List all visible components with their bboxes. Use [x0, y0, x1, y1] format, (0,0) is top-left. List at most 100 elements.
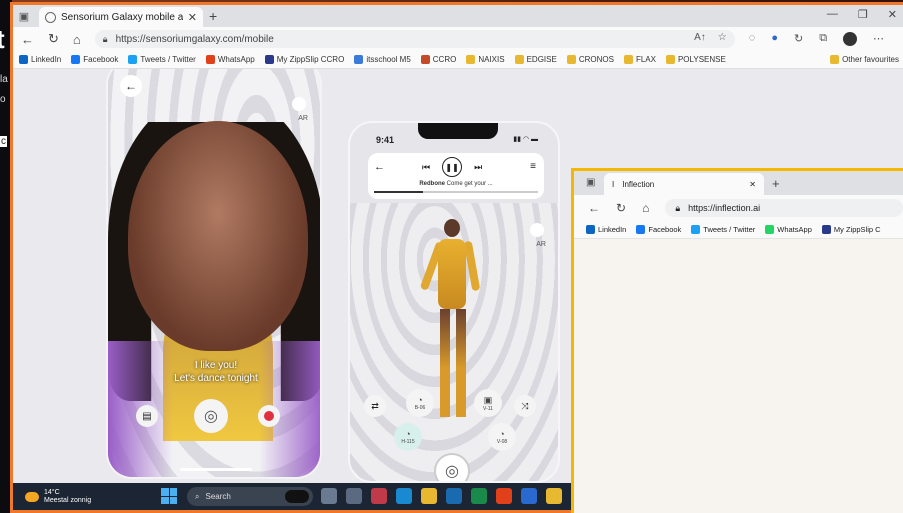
repeat-icon[interactable]: ⇄ — [364, 395, 386, 417]
lock-icon[interactable]: 🔒︎ — [675, 203, 680, 214]
bookmark-item[interactable]: LinkedIn — [586, 225, 626, 234]
taskbar-app-icon[interactable] — [421, 488, 437, 504]
bookmark-item[interactable]: My ZippSlip C — [821, 225, 881, 234]
bookmark-item[interactable]: POLYSENSE — [665, 55, 726, 64]
close-tab-icon[interactable]: ✕ — [188, 11, 197, 24]
taskbar-app-icon[interactable] — [321, 488, 337, 504]
sensorium-logo-button[interactable]: ◎ — [194, 399, 228, 433]
avatar-option-selected[interactable]: ◔ H-115 — [394, 423, 422, 451]
new-tab-button[interactable]: + — [772, 176, 780, 191]
queue-icon[interactable]: ≡ — [530, 161, 536, 172]
avatar-option-icon: ◔ — [417, 395, 423, 405]
back-arrow-icon[interactable]: ← — [120, 75, 142, 97]
taskbar-search[interactable]: ⌕ Search — [187, 487, 313, 506]
bookmark-label: LinkedIn — [598, 225, 627, 234]
ar-toggle[interactable] — [292, 97, 306, 111]
url-field[interactable]: 🔒︎ https://inflection.ai — [665, 199, 903, 217]
lock-icon[interactable]: 🔒︎ — [103, 34, 108, 45]
minimize-icon[interactable]: — — [827, 8, 838, 21]
taskbar-app-icon[interactable] — [546, 488, 562, 504]
bookmark-item[interactable]: EDGISE — [514, 55, 557, 64]
ar-toggle[interactable] — [530, 223, 544, 237]
bookmark-icon — [765, 225, 775, 234]
home-icon[interactable]: ⌂ — [73, 32, 81, 47]
back-icon[interactable]: ← — [21, 32, 34, 47]
profile-avatar[interactable] — [843, 32, 858, 46]
tab-actions-icon[interactable]: ▣ — [13, 5, 35, 27]
favorite-star-icon[interactable]: ☆ — [718, 32, 727, 43]
bookmark-item[interactable]: FLAX — [623, 55, 656, 64]
taskbar-app-icon[interactable] — [496, 488, 512, 504]
next-track-icon[interactable]: ⏭ — [474, 162, 482, 173]
bookmark-label: CRONOS — [578, 55, 614, 64]
tab-inflection[interactable]: I Inflection ✕ — [604, 173, 764, 195]
avatar-option-icon: ▣ — [483, 394, 493, 405]
refresh-sync-icon[interactable]: ↻ — [794, 32, 803, 46]
taskbar-app-icon[interactable] — [471, 488, 487, 504]
bookmark-label: My ZippSlip C — [833, 225, 881, 234]
collections-icon[interactable]: ⧉ — [819, 32, 827, 46]
phone-avatar-closeup: ← AR I like you! Let's dance tonight ▤ ◎ — [106, 69, 322, 479]
bookmark-item[interactable]: CCRO — [420, 55, 456, 64]
avatar-code: H-115 — [401, 439, 415, 445]
song-progress-bar[interactable] — [374, 191, 538, 193]
taskbar-app-icon[interactable] — [521, 488, 537, 504]
pause-button[interactable]: ❚❚ — [442, 157, 463, 177]
bookmark-item[interactable]: WhatsApp — [765, 225, 812, 234]
more-icon[interactable]: ⋯ — [873, 32, 884, 46]
read-aloud-icon[interactable]: A↑ — [694, 32, 706, 43]
bookmark-item[interactable]: WhatsApp — [205, 55, 255, 64]
taskbar-app-icon[interactable] — [446, 488, 462, 504]
refresh-icon[interactable]: ↻ — [616, 201, 626, 215]
restore-icon[interactable]: ❐ — [858, 8, 868, 21]
bookmark-item[interactable]: NAIXIS — [466, 55, 505, 64]
background-heading-fragment: t — [0, 24, 5, 54]
back-arrow-icon[interactable]: ← — [374, 161, 385, 173]
close-window-icon[interactable]: ✕ — [888, 8, 897, 21]
chat-line-2: Let's dance tonight — [174, 373, 258, 384]
chat-icon[interactable]: ▤ — [136, 405, 158, 427]
weather-temp: 14°C — [44, 488, 60, 496]
bookmark-item[interactable]: LinkedIn — [19, 55, 61, 64]
avatar-option[interactable]: ◔ B-06 — [406, 389, 434, 417]
microphone-icon[interactable]: ● — [771, 32, 778, 46]
taskbar-app-icon[interactable] — [371, 488, 387, 504]
home-icon[interactable]: ⌂ — [642, 201, 649, 215]
shuffle-icon[interactable]: ⤨ — [514, 395, 536, 417]
tab-sensorium[interactable]: Sensorium Galaxy mobile avatar ✕ — [39, 7, 203, 27]
bookmark-item[interactable]: My ZippSlip CCRO — [264, 55, 344, 64]
previous-track-icon[interactable]: ⏮ — [422, 162, 430, 173]
close-tab-icon[interactable]: ✕ — [749, 180, 756, 189]
new-tab-button[interactable]: + — [209, 8, 217, 24]
taskbar-app-icon[interactable] — [346, 488, 362, 504]
bookmark-item[interactable]: itsschool M5 — [354, 55, 411, 64]
windows-start-icon[interactable] — [161, 488, 177, 504]
sensorium-logo-button[interactable]: ◎ — [434, 453, 470, 481]
bookmark-item[interactable]: Facebook — [71, 55, 118, 64]
other-favourites-label: Other favourites — [842, 55, 899, 64]
extension-icon[interactable]: ◌ — [749, 32, 756, 46]
bookmark-label: FLAX — [635, 55, 656, 64]
bookmark-item[interactable]: Tweets / Twitter — [128, 55, 196, 64]
bookmark-item[interactable]: Facebook — [636, 225, 681, 234]
other-favourites[interactable]: Other favourites — [830, 55, 899, 64]
avatar-option[interactable]: ◔ V-08 — [488, 423, 516, 451]
background-text-fragment: c — [0, 136, 7, 147]
weather-widget[interactable]: 14°C Meestal zonnig — [13, 489, 91, 505]
avatar-option[interactable]: ▣ V-11 — [474, 389, 502, 417]
bookmark-item[interactable]: CRONOS — [566, 55, 614, 64]
record-button[interactable] — [258, 405, 280, 427]
bookmark-item[interactable]: Tweets / Twitter — [691, 225, 755, 234]
address-bar-row: ← ↻ ⌂ 🔒︎ https://sensoriumgalaxy.com/mob… — [13, 27, 903, 51]
bookmark-icon — [420, 55, 430, 64]
refresh-icon[interactable]: ↻ — [48, 31, 59, 47]
bookmark-icon — [691, 225, 701, 234]
background-text-fragment: la — [0, 74, 8, 85]
chat-line-1: I like you! — [194, 360, 238, 371]
back-icon[interactable]: ← — [588, 201, 600, 215]
tab-actions-icon[interactable]: ▣ — [586, 177, 595, 188]
taskbar-app-icon[interactable] — [396, 488, 412, 504]
bookmark-label: WhatsApp — [217, 55, 255, 64]
url-field[interactable]: 🔒︎ https://sensoriumgalaxy.com/mobile A↑… — [94, 30, 735, 48]
ar-label: AR — [536, 241, 546, 248]
